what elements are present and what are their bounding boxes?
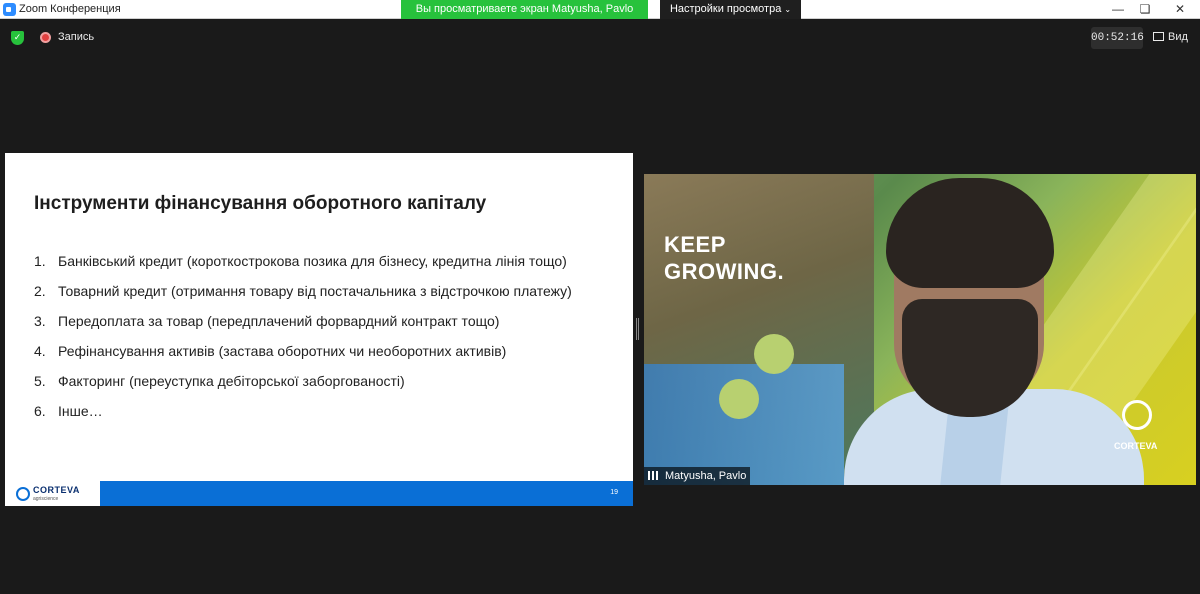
list-text: Рефінансування активів (застава оборотни… (58, 343, 507, 359)
video-background-trees (719, 379, 759, 419)
video-background-trees (754, 334, 794, 374)
view-button[interactable]: Вид (1153, 31, 1188, 43)
list-item: 5. Факторинг (переуступка дебіторської за… (34, 373, 572, 403)
list-text: Передоплата за товар (передплачений форв… (58, 313, 500, 329)
corteva-logo-icon (16, 487, 30, 501)
corteva-logo: CORTEVA agriscience (5, 481, 100, 506)
shared-screen-slide: Інструменти фінансування оборотного капі… (5, 153, 633, 506)
list-number: 2. (34, 283, 46, 299)
keep-growing-banner: KEEP GROWING. (664, 231, 784, 285)
list-text: Товарний кредит (отримання товару від по… (58, 283, 572, 299)
list-item: 6. Інше… (34, 403, 572, 433)
banner-line: KEEP (664, 232, 726, 257)
maximize-icon[interactable]: ❏ (1130, 0, 1160, 19)
meeting-timer: 00:52:16 (1091, 27, 1144, 49)
zoom-app-icon (3, 3, 16, 16)
list-text: Банківський кредит (короткострокова пози… (58, 253, 567, 269)
view-label: Вид (1168, 31, 1188, 43)
list-number: 6. (34, 403, 46, 419)
screen-share-banner: Вы просматриваете экран Matyusha, Pavlo (401, 0, 648, 19)
minimize-icon[interactable]: — (1103, 0, 1133, 19)
grid-view-icon (1153, 32, 1164, 41)
footer-brand: CORTEVA (33, 485, 80, 495)
list-text: Факторинг (переуступка дебіторської забо… (58, 373, 405, 389)
view-options-button[interactable]: Настройки просмотра ⌄ (660, 0, 801, 19)
slide-list: 1. Банківський кредит (короткострокова по… (34, 253, 572, 433)
list-number: 1. (34, 253, 46, 269)
participant-video[interactable]: KEEP GROWING. CORTEVA Matyusha, Pavlo (644, 174, 1196, 485)
slide-footer: CORTEVA agriscience 19 (5, 481, 633, 506)
record-icon[interactable] (40, 32, 51, 43)
list-item: 3. Передоплата за товар (передплачений фо… (34, 313, 572, 343)
signal-bars-icon (648, 471, 661, 480)
list-number: 5. (34, 373, 46, 389)
video-corteva-text: CORTEVA (1114, 441, 1158, 451)
slide-title: Інструменти фінансування оборотного капі… (34, 193, 487, 214)
window-title: Zoom Конференция (19, 3, 121, 15)
meeting-toolbar: ✓ Запись 00:52:16 Вид (0, 20, 1200, 56)
list-item: 1. Банківський кредит (короткострокова по… (34, 253, 572, 283)
splitter-handle[interactable] (636, 318, 639, 340)
close-icon[interactable]: ✕ (1160, 0, 1200, 19)
footer-subbrand: agriscience (33, 496, 59, 502)
banner-line: GROWING. (664, 259, 785, 284)
list-number: 4. (34, 343, 46, 359)
record-label[interactable]: Запись (58, 31, 94, 43)
list-item: 4. Рефінансування активів (застава оборот… (34, 343, 572, 373)
list-text: Інше… (58, 403, 103, 419)
shield-icon[interactable]: ✓ (11, 31, 24, 45)
list-item: 2. Товарний кредит (отримання товару від … (34, 283, 572, 313)
view-options-label: Настройки просмотра (669, 3, 782, 15)
chevron-down-icon: ⌄ (784, 5, 792, 14)
corteva-logo-icon (1122, 400, 1152, 430)
participant-hair (886, 178, 1054, 288)
participant-name-tag: Matyusha, Pavlo (644, 467, 751, 485)
list-number: 3. (34, 313, 46, 329)
participant-name: Matyusha, Pavlo (665, 470, 747, 482)
slide-page-number: 19 (610, 489, 618, 496)
